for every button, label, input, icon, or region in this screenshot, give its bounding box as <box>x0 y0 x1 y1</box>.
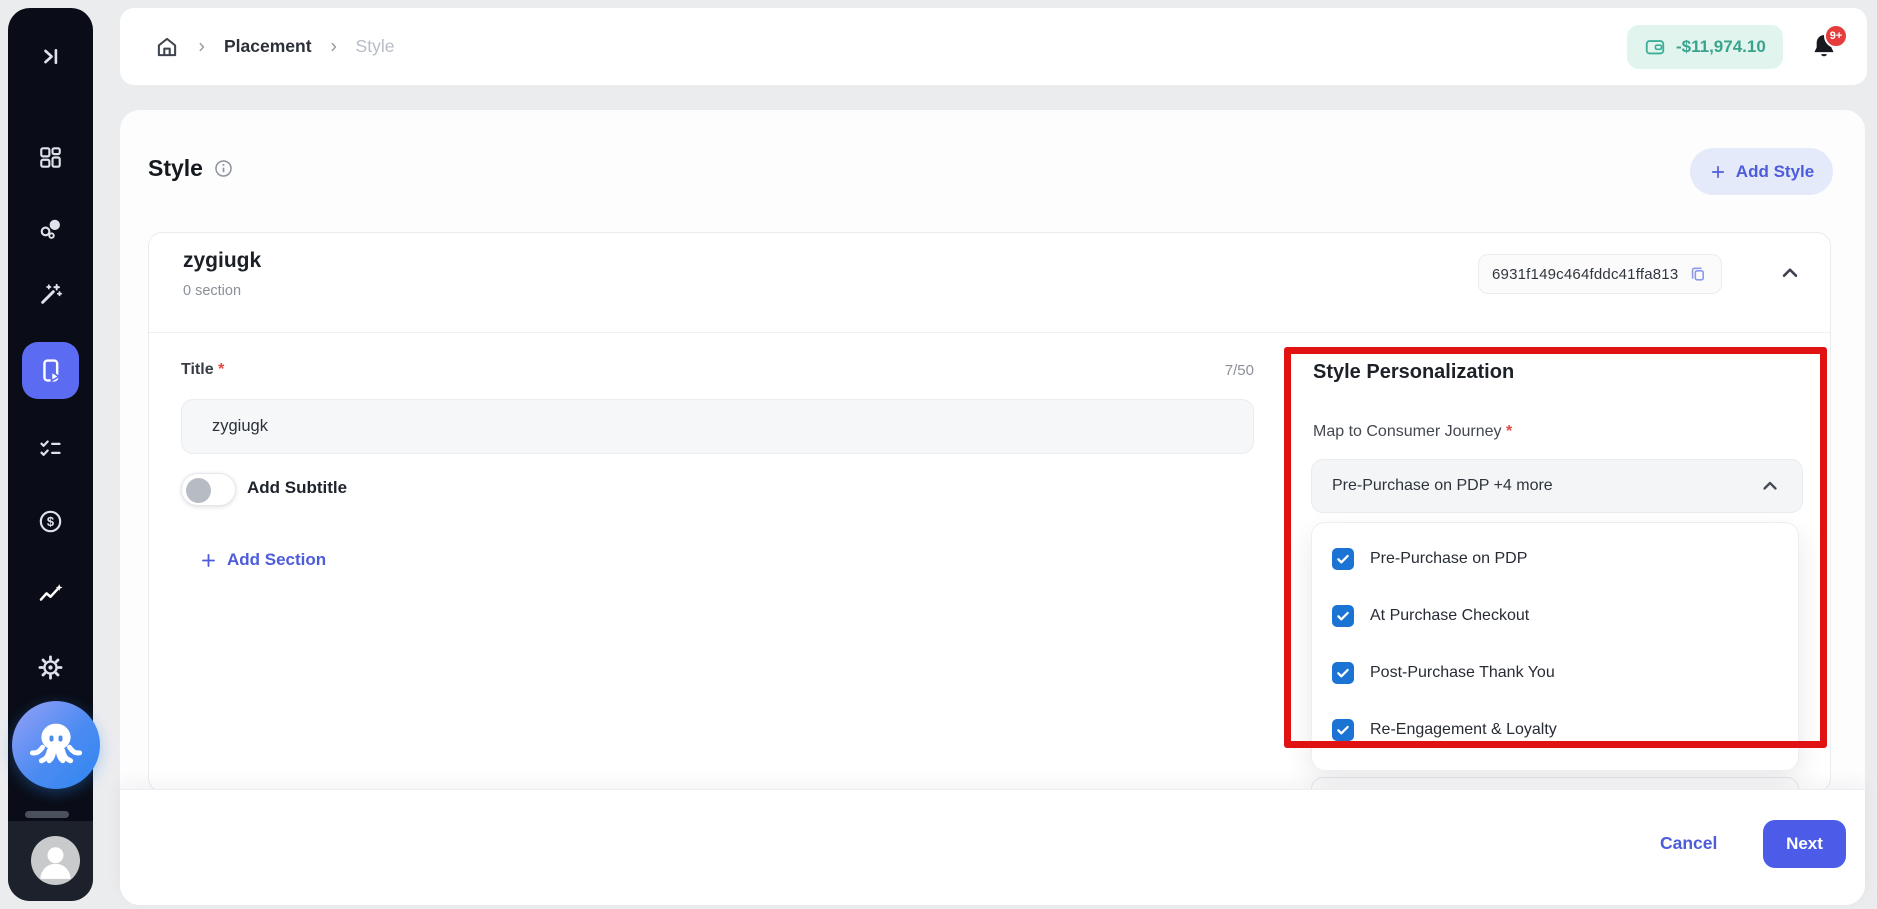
add-section-label: Add Section <box>227 550 326 570</box>
style-card-section-count: 0 section <box>183 283 241 299</box>
topbar: Placement Style -$11,974.10 9+ <box>120 8 1867 85</box>
journey-option-row[interactable]: Re-Engagement & Loyalty <box>1312 701 1798 758</box>
user-avatar[interactable] <box>31 836 80 885</box>
avatar-panel <box>8 821 93 901</box>
svg-text:$: $ <box>47 514 54 529</box>
journey-option-label: Pre-Purchase on PDP <box>1370 550 1527 568</box>
magic-wand-icon[interactable] <box>8 281 93 308</box>
balance-amount: -$11,974.10 <box>1676 37 1766 57</box>
page-title: Style <box>148 155 203 182</box>
breadcrumb-separator-icon <box>327 40 341 54</box>
copy-icon[interactable] <box>1688 264 1708 284</box>
breadcrumb-item-placement[interactable]: Placement <box>224 36 312 57</box>
add-subtitle-toggle[interactable] <box>181 473 236 506</box>
dashboard-icon[interactable] <box>8 144 93 171</box>
journey-options-list: Pre-Purchase on PDP At Purchase Checkout… <box>1312 530 1798 758</box>
card-collapse-chevron-up-icon[interactable] <box>1777 260 1803 291</box>
title-field-label: Title * <box>181 361 224 379</box>
style-card-name: zygiugk <box>183 249 261 273</box>
journey-option-label: Re-Engagement & Loyalty <box>1370 721 1557 739</box>
sidebar-drag-handle[interactable] <box>25 811 69 818</box>
style-personalization-heading: Style Personalization <box>1313 361 1514 384</box>
next-button[interactable]: Next <box>1763 820 1846 868</box>
add-subtitle-label: Add Subtitle <box>247 478 347 498</box>
style-card: zygiugk 0 section 6931f149c464fddc41ffa8… <box>148 232 1831 792</box>
cancel-button[interactable]: Cancel <box>1660 833 1717 854</box>
style-id-pill[interactable]: 6931f149c464fddc41ffa813 <box>1478 254 1722 294</box>
card-divider <box>149 332 1830 333</box>
checklist-icon[interactable] <box>8 436 93 463</box>
app-window: Placement Style -$11,974.10 9+ Style Add… <box>0 0 1877 909</box>
title-input[interactable] <box>181 399 1254 454</box>
toggle-knob <box>186 478 211 503</box>
footer-bar: Cancel Next <box>120 789 1865 905</box>
required-asterisk: * <box>1506 423 1512 440</box>
journey-option-label: At Purchase Checkout <box>1370 607 1529 625</box>
breadcrumb-separator-icon <box>195 40 209 54</box>
info-icon[interactable] <box>213 158 234 179</box>
add-style-button[interactable]: Add Style <box>1690 148 1833 195</box>
billing-dollar-icon[interactable]: $ <box>8 508 93 535</box>
plus-icon <box>1709 163 1727 181</box>
title-char-counter: 7/50 <box>1179 362 1254 379</box>
notification-bell[interactable]: 9+ <box>1808 30 1844 70</box>
breadcrumb: Placement Style <box>154 8 394 85</box>
checkbox-checked-icon[interactable] <box>1332 719 1354 741</box>
sidebar-item-placements-active[interactable] <box>22 342 79 399</box>
add-style-label: Add Style <box>1736 162 1814 182</box>
breadcrumb-item-style: Style <box>356 36 395 57</box>
settings-gear-icon[interactable] <box>8 654 93 681</box>
checkbox-checked-icon[interactable] <box>1332 605 1354 627</box>
journey-option-row[interactable]: Post-Purchase Thank You <box>1312 644 1798 701</box>
journey-option-label: Post-Purchase Thank You <box>1370 664 1555 682</box>
home-icon[interactable] <box>154 34 180 60</box>
journey-options-panel: Pre-Purchase on PDP At Purchase Checkout… <box>1311 522 1799 771</box>
analytics-trend-icon[interactable] <box>8 581 93 608</box>
octopus-mascot-button[interactable] <box>12 701 100 789</box>
checkbox-checked-icon[interactable] <box>1332 662 1354 684</box>
journey-option-row[interactable]: At Purchase Checkout <box>1312 587 1798 644</box>
plus-icon <box>199 551 218 570</box>
checkbox-checked-icon[interactable] <box>1332 548 1354 570</box>
journey-field-label: Map to Consumer Journey * <box>1313 423 1512 441</box>
journey-dropdown[interactable]: Pre-Purchase on PDP +4 more <box>1311 459 1803 513</box>
journey-option-row[interactable]: Pre-Purchase on PDP <box>1312 530 1798 587</box>
balance-pill[interactable]: -$11,974.10 <box>1627 25 1783 69</box>
chevron-up-icon <box>1758 474 1782 498</box>
journey-dropdown-value: Pre-Purchase on PDP +4 more <box>1332 477 1553 495</box>
collapse-panel-icon[interactable] <box>8 43 93 70</box>
notification-badge: 9+ <box>1824 24 1848 48</box>
segments-icon[interactable] <box>8 215 93 242</box>
style-id-value: 6931f149c464fddc41ffa813 <box>1492 266 1678 283</box>
required-asterisk: * <box>218 361 224 378</box>
wallet-icon <box>1644 36 1666 58</box>
add-section-button[interactable]: Add Section <box>199 550 326 570</box>
